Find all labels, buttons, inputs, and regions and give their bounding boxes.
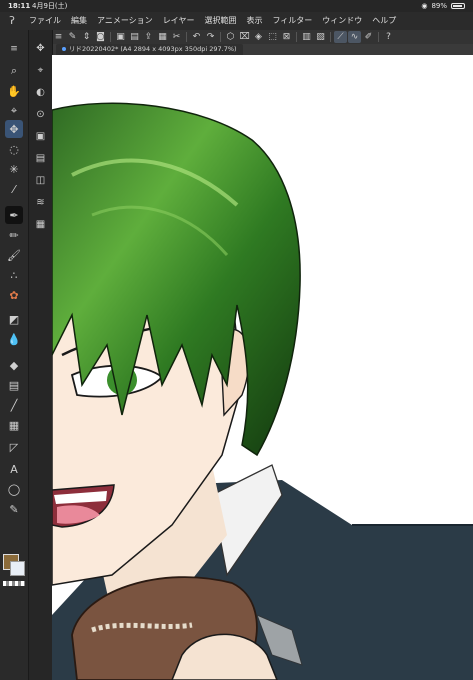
layer-icon[interactable]: ▣ [32,128,49,145]
transparent-color-swatch[interactable] [3,581,25,586]
layer-icon[interactable]: ▤ [32,150,49,167]
pen-settings-icon[interactable]: ✐ [362,31,375,43]
camera-icon[interactable]: ◙ [94,31,107,43]
brush-size-icon[interactable]: ◐ [32,84,49,101]
wifi-icon: ◉ [421,2,428,10]
ruler-icon[interactable]: ◸ [5,438,23,456]
new-icon[interactable]: ✎ [66,31,79,43]
balloon-icon[interactable]: ◯ [5,480,23,498]
eraser-icon[interactable]: ◩ [5,310,23,328]
wand-icon[interactable]: ✳ [5,160,23,178]
menu-help[interactable]: ヘルプ [367,12,401,30]
status-bar: 18:11 4月9日(土) ◉ 89% [0,0,473,12]
menu-edit[interactable]: 編集 [66,12,92,30]
fill-icon[interactable]: ◈ [252,31,265,43]
canvas[interactable] [52,55,473,680]
stroke-icon[interactable]: ⟋ [334,31,347,43]
divider [330,32,331,42]
divider [220,32,221,42]
command-bar: ≡ ✎ ⇕ ◙ ▣ ▤ ⇪ ▦ ✂ ↶ ↷ ⬡ ⌧ ◈ ⬚ ⊠ ▥ ▧ ⟋ ∿ … [52,30,473,45]
fill-icon[interactable]: ◆ [5,356,23,374]
spinner-icon[interactable]: ⇕ [80,31,93,43]
menu-window[interactable]: ウィンドウ [317,12,367,30]
smooth-icon[interactable]: ∿ [348,31,361,43]
layer-icon[interactable]: ◫ [32,172,49,189]
cut-icon[interactable]: ✂ [170,31,183,43]
eyedropper-icon[interactable]: ⌖ [5,102,23,120]
menu-view[interactable]: 表示 [241,12,267,30]
menu-layer[interactable]: レイヤー [158,12,200,30]
save-icon[interactable]: ▣ [114,31,127,43]
clear-icon[interactable]: ⌧ [238,31,251,43]
menu-bar: ʔ ファイル 編集 アニメーション レイヤー 選択範囲 表示 フィルター ウィン… [0,12,473,30]
divider [296,32,297,42]
move-icon[interactable]: ✥ [5,120,23,138]
hand-icon[interactable]: ✋ [5,82,23,100]
divider [110,32,111,42]
save-icon[interactable]: ⊙ [32,106,49,123]
pencil-icon[interactable]: ✏ [5,226,23,244]
battery-icon [451,3,465,9]
transform-icon[interactable]: ⬡ [224,31,237,43]
divider [378,32,379,42]
clip-studio-icon[interactable]: ʔ [0,12,24,30]
subtool-palette: ✥ ⌖ ◐ ⊙ ▣ ▤ ◫ ≋ ▦ [29,30,53,680]
select-icon[interactable]: ⬚ [266,31,279,43]
move-layer-icon[interactable]: ✥ [32,40,49,57]
open-icon[interactable]: ▤ [128,31,141,43]
menu-icon[interactable]: ≡ [52,31,65,43]
help-icon[interactable]: ? [382,31,395,43]
menu-file[interactable]: ファイル [24,12,66,30]
tool-palette: ≡ ⌕ ✋ ⌖ ✥ ◌ ✳ ⁄ ✒ ✏ 🖌 ∴ ✿ ◩ 💧 ◆ ▤ ╱ ▦ ◸ … [0,30,29,680]
brush-icon[interactable]: 🖌 [5,246,23,264]
line-icon[interactable]: ╱ [5,396,23,414]
sub-color-swatch[interactable] [10,561,25,576]
status-date: 4月9日(土) [32,2,68,10]
eyedropper2-icon[interactable]: ⁄ [5,180,23,198]
export-icon[interactable]: ⇪ [142,31,155,43]
status-right: ◉ 89% [421,0,465,12]
status-time: 18:11 [8,2,31,10]
object-icon[interactable]: ⌖ [32,62,49,79]
ruler-icon[interactable]: ▧ [314,31,327,43]
zoom-icon[interactable]: ⌕ [5,62,23,80]
lasso-icon[interactable]: ◌ [5,140,23,158]
deselect-icon[interactable]: ⊠ [280,31,293,43]
document-tab-bar: リド20220402* (A4 2894 x 4093px 350dpi 297… [52,44,473,55]
layer-stack-icon[interactable]: ≋ [32,194,49,211]
modified-dot-icon [62,47,66,51]
undo-icon[interactable]: ↶ [190,31,203,43]
document-tab[interactable]: リド20220402* (A4 2894 x 4093px 350dpi 297… [56,44,243,55]
divider [186,32,187,42]
menu-animation[interactable]: アニメーション [92,12,158,30]
redo-icon[interactable]: ↷ [204,31,217,43]
decoration-icon[interactable]: ✿ [5,286,23,304]
menu-selection[interactable]: 選択範囲 [199,12,241,30]
frame-icon[interactable]: ▦ [5,416,23,434]
gradient-icon[interactable]: ▤ [5,376,23,394]
grid-icon[interactable]: ▥ [300,31,313,43]
artwork [52,102,473,680]
paste-icon[interactable]: ▦ [156,31,169,43]
airbrush-icon[interactable]: ∴ [5,266,23,284]
palette-menu-icon[interactable]: ≡ [5,40,23,58]
pen-icon[interactable]: ✒ [5,206,23,224]
battery-percent: 89% [431,2,447,10]
menu-filter[interactable]: フィルター [267,12,317,30]
material-icon[interactable]: ▦ [32,216,49,233]
document-tab-label: リド20220402* (A4 2894 x 4093px 350dpi 297… [69,45,237,53]
correct-line-icon[interactable]: ✎ [5,500,23,518]
text-icon[interactable]: A [5,460,23,478]
blend-icon[interactable]: 💧 [5,330,23,348]
